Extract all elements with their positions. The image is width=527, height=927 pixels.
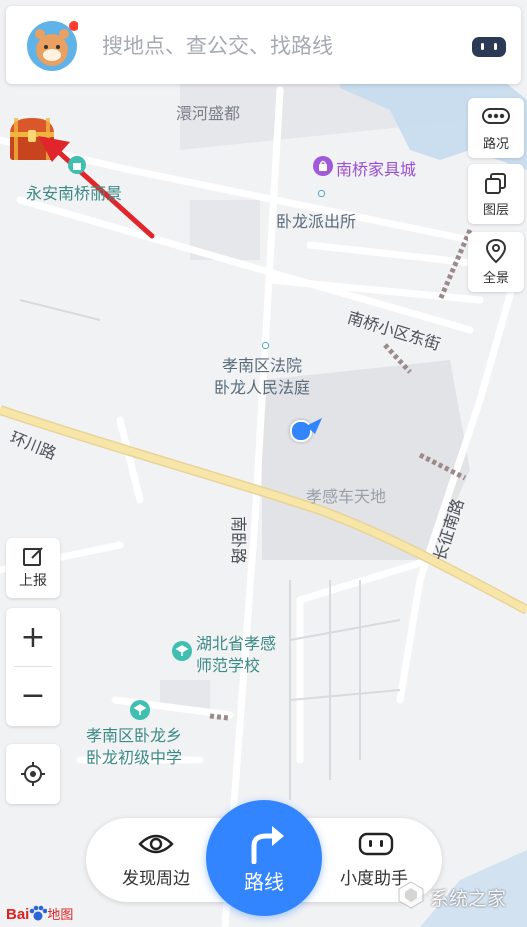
watermark-logo-icon: [398, 881, 424, 909]
residential-poi-icon[interactable]: [68, 156, 86, 174]
report-edit-icon: [23, 547, 43, 566]
search-input[interactable]: 搜地点、查公交、找路线: [102, 30, 333, 60]
map-label-yongan[interactable]: 永安南桥丽景: [26, 180, 122, 204]
zoom-divider: [14, 666, 52, 667]
school-poi-icon[interactable]: [130, 700, 150, 720]
route-label: 路线: [244, 870, 284, 894]
route-turn-icon: [251, 826, 284, 864]
railway: [209, 713, 229, 721]
traffic-icon: [482, 108, 510, 124]
layers-label: 图层: [482, 203, 509, 218]
layers-button[interactable]: 图层: [468, 164, 524, 224]
assistant-icon: [358, 832, 394, 856]
locate-icon: [21, 762, 45, 786]
map-label-school1-line2[interactable]: 师范学校: [196, 652, 260, 676]
report-label: 上报: [19, 573, 47, 589]
zoom-out-button[interactable]: −: [6, 674, 60, 718]
map-label-nanwo-road: 南卧路: [229, 516, 248, 565]
heading-arrow-icon: [306, 418, 322, 434]
map-label-huanhe: 澴河盛都: [176, 104, 241, 123]
zoom-in-button[interactable]: +: [6, 616, 60, 660]
watermark: 系统之家: [396, 876, 524, 916]
baidu-logo-text: Bai: [6, 906, 30, 923]
watermark-text: 系统之家: [430, 888, 507, 910]
layers-icon: [485, 173, 506, 194]
route-button[interactable]: 路线: [206, 800, 322, 916]
eye-icon: [138, 834, 174, 854]
zoom-controls: + −: [6, 608, 60, 726]
paw-icon: [30, 905, 48, 921]
map-label-school1-line1[interactable]: 湖北省孝感: [196, 630, 276, 654]
discover-nearby-button[interactable]: 发现周边: [106, 818, 216, 902]
map-label-nanqiao-furniture[interactable]: 南桥家具城: [336, 156, 416, 180]
map-label-car-center[interactable]: 孝感车天地: [306, 483, 386, 507]
school-poi-icon[interactable]: [172, 641, 192, 661]
shopping-poi-icon[interactable]: [313, 156, 333, 176]
panorama-button[interactable]: 全景: [468, 232, 524, 292]
panorama-icon: [485, 238, 507, 264]
discover-label: 发现周边: [122, 869, 190, 889]
search-bar[interactable]: 搜地点、查公交、找路线: [6, 6, 521, 84]
baidu-logo-suffix: 地图: [47, 908, 74, 923]
assistant-robot-icon[interactable]: [471, 36, 507, 58]
map-label-court-line2[interactable]: 卧龙人民法庭: [214, 374, 310, 398]
court-poi-dot: [262, 342, 269, 349]
map-label-school2-line1[interactable]: 孝南区卧龙乡: [86, 722, 182, 746]
map-label-school2-line2[interactable]: 卧龙初级中学: [86, 744, 182, 768]
traffic-button[interactable]: 路况: [468, 98, 524, 158]
traffic-label: 路况: [482, 137, 509, 152]
map-label-court-line1[interactable]: 孝南区法院: [222, 352, 302, 376]
locate-button[interactable]: [6, 744, 60, 804]
baidu-map-logo: Bai 地图: [6, 904, 73, 924]
map-label-wolong-police[interactable]: 卧龙派出所: [276, 208, 356, 232]
report-button[interactable]: 上报: [6, 538, 60, 598]
police-poi-dot: [318, 190, 325, 197]
user-avatar-icon[interactable]: [26, 20, 78, 72]
panorama-label: 全景: [482, 271, 509, 286]
